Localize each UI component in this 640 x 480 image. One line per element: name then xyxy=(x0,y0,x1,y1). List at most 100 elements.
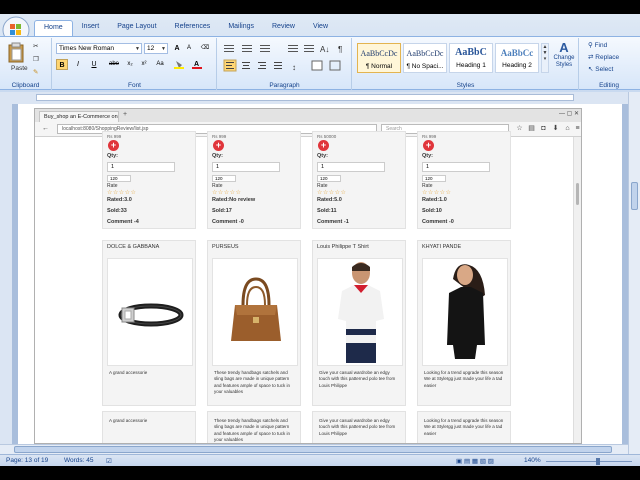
styles-scroll-button[interactable]: ▲ ▼ ▾ xyxy=(541,43,549,73)
qty-input[interactable]: 1 xyxy=(317,162,385,172)
back-icon[interactable]: ← xyxy=(41,124,50,134)
subscript-button[interactable]: x₂ xyxy=(124,59,136,70)
size-select[interactable]: 120 xyxy=(107,175,131,182)
comments-link[interactable]: Comment -1 xyxy=(317,219,349,225)
font-color-icon[interactable]: A xyxy=(191,59,203,70)
window-controls-icon[interactable]: — ▢ ✕ xyxy=(559,110,579,117)
product-card-row3-4[interactable]: Looking for a trend upgrade this season … xyxy=(417,411,511,443)
product-card-khyati-pande[interactable]: KHYATI PANDE Looking for a trend upgrade… xyxy=(417,240,511,406)
add-to-cart-icon[interactable]: + xyxy=(213,140,224,151)
product-card-purseus[interactable]: PURSEUS These trendy handbags satchels a… xyxy=(207,240,301,406)
price-text: Rs 50000 xyxy=(317,134,337,139)
style-heading-2[interactable]: AaBbCc Heading 2 xyxy=(495,43,539,73)
rating-stars[interactable]: ☆☆☆☆☆ xyxy=(107,189,136,196)
style-normal[interactable]: AaBbCcDc ¶ Normal xyxy=(357,43,401,73)
grow-font-button[interactable]: A xyxy=(171,43,183,54)
product-card-row3-1[interactable]: A grand accessorie xyxy=(102,411,196,443)
rating-stars[interactable]: ☆☆☆☆☆ xyxy=(422,189,451,196)
replace-button[interactable]: ⇄ Replace xyxy=(588,53,619,61)
new-tab-icon[interactable]: + xyxy=(123,111,127,118)
qty-input[interactable]: 1 xyxy=(212,162,280,172)
vertical-ruler[interactable] xyxy=(0,104,12,444)
clear-format-button[interactable]: ⌫ xyxy=(199,43,211,54)
shrink-font-button[interactable]: A xyxy=(183,43,195,54)
tab-mailings[interactable]: Mailings xyxy=(219,20,263,36)
pocket-icon[interactable]: ◘ xyxy=(539,124,548,134)
tab-references[interactable]: References xyxy=(166,20,220,36)
paragraph-tools-icon[interactable]: A↓ ¶ ↕ xyxy=(218,41,352,77)
underline-button[interactable]: U xyxy=(88,59,100,70)
tab-insert[interactable]: Insert xyxy=(73,20,109,36)
home-icon[interactable]: ⌂ xyxy=(563,124,572,134)
bookmarks-icon[interactable]: ▤ xyxy=(527,124,536,134)
product-image-belt[interactable] xyxy=(107,258,193,366)
qty-input[interactable]: 1 xyxy=(422,162,490,172)
product-title[interactable]: Louis Philippe T Shirt xyxy=(317,244,369,250)
superscript-button[interactable]: x² xyxy=(138,59,150,70)
horizontal-ruler[interactable] xyxy=(0,92,640,104)
style-heading-1[interactable]: AaBbC Heading 1 xyxy=(449,43,493,73)
tab-page-layout[interactable]: Page Layout xyxy=(108,20,165,36)
horizontal-scrollbar[interactable] xyxy=(0,444,628,454)
rating-stars[interactable]: ☆☆☆☆☆ xyxy=(317,189,346,196)
menu-icon[interactable]: ≡ xyxy=(573,124,581,134)
product-image-handbag[interactable] xyxy=(212,258,298,366)
view-buttons-icon[interactable]: ▣ ▤ ▦ ▧ ▨ xyxy=(456,457,494,465)
product-title[interactable]: KHYATI PANDE xyxy=(422,244,461,250)
product-card-row3-3[interactable]: Give your casual wardrobe an edgy touch … xyxy=(312,411,406,443)
browser-scrollbar[interactable] xyxy=(573,137,581,443)
comments-link[interactable]: Comment -0 xyxy=(212,219,244,225)
zoom-level[interactable]: 140% xyxy=(524,457,541,464)
font-family-select[interactable]: Times New Roman ▼ xyxy=(56,43,142,54)
rated-text: Rated:3.0 xyxy=(107,197,132,203)
zoom-slider-thumb[interactable] xyxy=(596,458,600,465)
product-image-black-top[interactable] xyxy=(422,258,508,366)
tab-review[interactable]: Review xyxy=(263,20,304,36)
tab-view[interactable]: View xyxy=(304,20,337,36)
page-count[interactable]: Page: 13 of 19 xyxy=(6,457,48,464)
style-no-spacing[interactable]: AaBbCcDc ¶ No Spaci... xyxy=(403,43,447,73)
strikethrough-button[interactable]: abe xyxy=(106,59,122,70)
rating-stars[interactable]: ☆☆☆☆☆ xyxy=(212,189,241,196)
star-icon[interactable]: ☆ xyxy=(515,124,524,134)
cut-icon[interactable]: ✂ xyxy=(33,42,38,50)
chevron-down-icon: ▼ xyxy=(135,46,140,52)
product-image-tshirt[interactable] xyxy=(317,258,403,366)
scroll-thumb[interactable] xyxy=(631,182,638,210)
product-card-louis-philippe[interactable]: Louis Philippe T Shirt Give your casual … xyxy=(312,240,406,406)
product-title[interactable]: PURSEUS xyxy=(212,244,239,250)
add-to-cart-icon[interactable]: + xyxy=(423,140,434,151)
download-icon[interactable]: ⬇ xyxy=(551,124,560,134)
size-select[interactable]: 120 xyxy=(317,175,341,182)
product-card-row3-2[interactable]: These trendy handbags satchels and sling… xyxy=(207,411,301,443)
word-count[interactable]: Words: 45 xyxy=(64,457,94,464)
comments-link[interactable]: Comment -4 xyxy=(107,219,139,225)
hscroll-thumb[interactable] xyxy=(14,446,612,453)
font-size-select[interactable]: 12 ▼ xyxy=(144,43,168,54)
qty-input[interactable]: 1 xyxy=(107,162,175,172)
add-to-cart-icon[interactable]: + xyxy=(318,140,329,151)
product-card-top-4: Rs 999 + Qty: 1 120 Rate ☆☆☆☆☆ Rated:1.0… xyxy=(417,131,511,229)
bold-button[interactable]: B xyxy=(56,59,68,70)
comments-link[interactable]: Comment -0 xyxy=(422,219,454,225)
size-select[interactable]: 120 xyxy=(212,175,236,182)
tab-home[interactable]: Home xyxy=(34,20,73,36)
size-select[interactable]: 120 xyxy=(422,175,446,182)
vertical-scrollbar[interactable] xyxy=(628,92,640,454)
embedded-browser-screenshot[interactable]: Buy_shop an E-Commerce onli... + — ▢ ✕ ←… xyxy=(34,108,582,444)
change-case-button[interactable]: Aa xyxy=(153,59,167,70)
browser-tab[interactable]: Buy_shop an E-Commerce onli... xyxy=(39,111,119,122)
copy-icon[interactable]: ❐ xyxy=(33,55,39,63)
italic-button[interactable]: I xyxy=(72,59,84,70)
change-styles-button[interactable]: A Change Styles xyxy=(551,40,577,78)
zoom-slider[interactable] xyxy=(546,461,632,462)
highlight-icon[interactable] xyxy=(173,59,185,70)
browser-scroll-thumb[interactable] xyxy=(576,183,579,205)
find-button[interactable]: ⚲ Find xyxy=(588,41,607,49)
product-card-dolce-gabbana[interactable]: DOLCE & GABBANA A grand accessorie xyxy=(102,240,196,406)
format-painter-icon[interactable]: ✎ xyxy=(33,68,38,76)
select-button[interactable]: ↖ Select xyxy=(588,65,613,73)
product-title[interactable]: DOLCE & GABBANA xyxy=(107,244,159,250)
proofing-icon[interactable]: ☑ xyxy=(106,457,112,465)
add-to-cart-icon[interactable]: + xyxy=(108,140,119,151)
